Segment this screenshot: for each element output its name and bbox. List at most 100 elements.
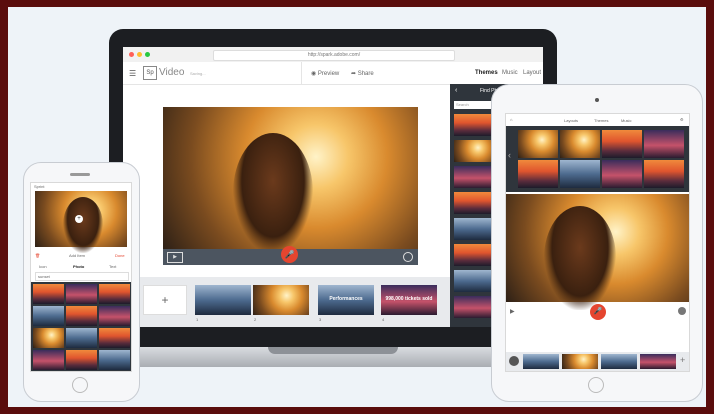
back-chevron-icon[interactable]: ‹: [455, 87, 457, 94]
timeline-slide[interactable]: [562, 354, 598, 369]
phone-tab-photo[interactable]: Photo: [73, 264, 84, 269]
photo-thumbnail[interactable]: [33, 284, 64, 304]
phone-screen: Sprint + 🗑 Add Item Done Icon Photo Text…: [30, 182, 132, 372]
app-title: Video: [159, 67, 185, 78]
chevron-left-icon[interactable]: ‹: [508, 150, 511, 160]
photo-thumbnail[interactable]: [99, 284, 130, 304]
photo-thumbnail[interactable]: [99, 306, 130, 326]
photo-thumbnail[interactable]: [454, 166, 494, 188]
timeline-slide[interactable]: [640, 354, 676, 369]
photo-thumbnail[interactable]: [602, 130, 642, 158]
photo-thumbnail[interactable]: [99, 328, 130, 348]
minimize-dot-icon[interactable]: [137, 52, 142, 57]
tablet-home-button[interactable]: [588, 377, 604, 393]
microphone-icon: 🎤: [284, 250, 295, 259]
address-bar[interactable]: http://spark.adobe.com/: [213, 50, 455, 61]
tablet-screen: ⌂ Layouts Themes Music ⚙ ‹ ▶ 🎤 +: [505, 113, 690, 372]
slide-number: 4: [382, 317, 385, 322]
browser-chrome: http://spark.adobe.com/: [123, 47, 543, 63]
photo-thumbnail[interactable]: [454, 192, 494, 214]
timeline-slide-1[interactable]: [195, 285, 251, 315]
share-button[interactable]: ➦ Share: [351, 70, 374, 77]
share-arrow-icon: ➦: [351, 71, 357, 77]
hamburger-menu-icon[interactable]: ☰: [129, 69, 136, 78]
timeline-slide-2[interactable]: [253, 285, 309, 315]
photo-thumbnail[interactable]: [454, 218, 494, 240]
timeline-slide-4[interactable]: 998,000 tickets sold: [381, 285, 437, 315]
timeline-slide[interactable]: [523, 354, 559, 369]
timeline: + Performances 998,000 tickets sold 1 2 …: [123, 277, 450, 327]
photo-thumbnail[interactable]: [99, 350, 130, 370]
tablet-slide-photo[interactable]: [506, 194, 689, 310]
slide-canvas: ▶ 🎤: [163, 107, 418, 265]
photo-thumbnail[interactable]: [66, 306, 97, 326]
add-slide-button[interactable]: +: [143, 285, 187, 315]
photo-thumbnail[interactable]: [454, 114, 494, 136]
options-icon[interactable]: [678, 307, 686, 315]
tablet-photo-grid: ‹: [506, 126, 689, 192]
microphone-icon: 🎤: [593, 308, 603, 315]
done-button[interactable]: Done: [115, 253, 125, 258]
zoom-dot-icon[interactable]: [145, 52, 150, 57]
options-icon[interactable]: [403, 252, 413, 262]
photo-thumbnail[interactable]: [33, 306, 64, 326]
app-toolbar: ☰ Sp Video Saving... ◉ Preview ➦ Share T…: [123, 62, 543, 85]
phone-slide-photo[interactable]: +: [35, 191, 127, 253]
app-logo: Sp: [143, 66, 157, 80]
phone-home-button[interactable]: [72, 377, 88, 393]
toolbar-divider: [301, 62, 302, 84]
photo-thumbnail[interactable]: [66, 284, 97, 304]
close-dot-icon[interactable]: [129, 52, 134, 57]
tab-themes[interactable]: Themes: [475, 70, 498, 76]
photo-thumbnail[interactable]: [33, 328, 64, 348]
slide-photo[interactable]: [163, 107, 418, 253]
record-mic-button[interactable]: 🎤: [281, 246, 298, 263]
phone-tab-text[interactable]: Text: [109, 264, 116, 269]
layout-toggle-icon[interactable]: ▶: [167, 252, 183, 263]
timeline-slide[interactable]: [601, 354, 637, 369]
add-icon[interactable]: +: [75, 215, 83, 223]
photo-thumbnail[interactable]: [560, 130, 600, 158]
play-circle-icon[interactable]: [509, 356, 519, 366]
tablet-camera: [595, 98, 599, 102]
tab-layout[interactable]: Layout: [523, 70, 541, 76]
tablet-tab-layouts[interactable]: Layouts: [564, 118, 578, 123]
laptop-screen: http://spark.adobe.com/ ☰ Sp Video Savin…: [123, 47, 543, 327]
home-icon[interactable]: ⌂: [510, 117, 512, 122]
photo-thumbnail[interactable]: [454, 296, 494, 318]
photo-thumbnail[interactable]: [644, 160, 684, 188]
slide-controls: ▶ 🎤: [163, 246, 418, 265]
photo-thumbnail[interactable]: [518, 160, 558, 188]
timeline-slide-3[interactable]: Performances: [318, 285, 374, 315]
photo-thumbnail[interactable]: [454, 140, 494, 162]
settings-icon[interactable]: ⚙: [680, 117, 684, 122]
trash-icon[interactable]: 🗑: [35, 253, 40, 258]
photo-thumbnail[interactable]: [644, 130, 684, 158]
photo-thumbnail[interactable]: [33, 350, 64, 370]
photo-thumbnail[interactable]: [66, 350, 97, 370]
phone-speaker: [70, 173, 90, 176]
phone-search-input[interactable]: sunset: [35, 272, 129, 281]
add-item-title: Add Item: [69, 253, 86, 258]
tablet-mic-button[interactable]: 🎤: [590, 304, 606, 320]
saving-status: Saving...: [190, 71, 206, 76]
phone-photo-grid: [31, 282, 131, 371]
tab-music[interactable]: Music: [502, 70, 518, 76]
add-slide-icon[interactable]: +: [680, 355, 685, 365]
photo-thumbnail[interactable]: [454, 270, 494, 292]
photo-thumbnail[interactable]: [602, 160, 642, 188]
tablet-tab-themes[interactable]: Themes: [594, 118, 608, 123]
photo-thumbnail[interactable]: [560, 160, 600, 188]
play-icon[interactable]: ▶: [510, 308, 515, 315]
slide-number: 2: [254, 317, 257, 322]
slide-number: 3: [319, 317, 322, 322]
photo-thumbnail[interactable]: [518, 130, 558, 158]
slide-number: 1: [196, 317, 199, 322]
photo-thumbnail[interactable]: [454, 244, 494, 266]
photo-thumbnail[interactable]: [66, 328, 97, 348]
carrier-status: Sprint: [34, 184, 45, 189]
phone-tab-icon[interactable]: Icon: [39, 264, 47, 269]
preview-button[interactable]: ◉ Preview: [311, 70, 339, 77]
laptop-notch: [268, 347, 398, 354]
tablet-tab-music[interactable]: Music: [621, 118, 631, 123]
